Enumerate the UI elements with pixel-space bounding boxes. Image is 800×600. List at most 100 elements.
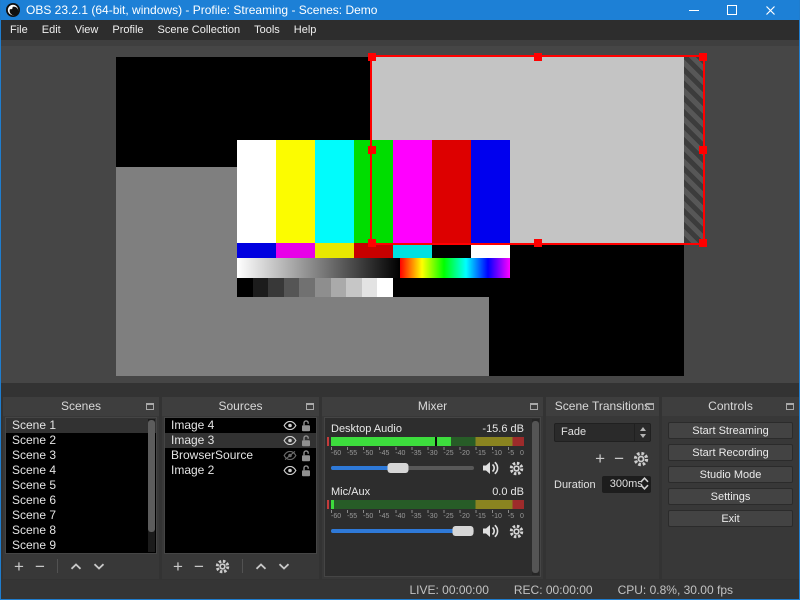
channel-settings-gear-icon[interactable] [509, 461, 524, 476]
scenes-list[interactable]: Scene 1Scene 2Scene 3Scene 4Scene 5Scene… [5, 417, 157, 554]
selection-handle-bottom-center[interactable] [534, 239, 542, 247]
speaker-icon[interactable] [482, 461, 501, 475]
selection-handle-top-left[interactable] [368, 53, 376, 61]
db-tick-label: -60 [331, 513, 341, 520]
menu-item-file[interactable]: File [3, 20, 35, 40]
move-source-down-button[interactable] [278, 563, 290, 570]
mixer-scrollbar[interactable] [532, 419, 539, 575]
obs-logo-icon [6, 3, 20, 17]
mixer-panel-header[interactable]: Mixer [322, 397, 543, 416]
studio-mode-button[interactable]: Studio Mode [668, 466, 793, 483]
selection-handle-bottom-left[interactable] [368, 239, 376, 247]
spin-up-icon[interactable] [640, 477, 649, 483]
source-row[interactable]: Image 4 [165, 418, 316, 433]
titlebar[interactable]: OBS 23.2.1 (64-bit, windows) - Profile: … [1, 0, 799, 20]
scenes-panel-header[interactable]: Scenes [3, 397, 159, 416]
panel-float-icon[interactable] [786, 403, 794, 410]
scene-item[interactable]: Scene 1 [6, 418, 156, 433]
mixer-panel-title: Mixer [418, 399, 447, 413]
remove-source-button[interactable]: − [194, 558, 204, 575]
volume-slider[interactable] [331, 466, 474, 470]
controls-panel-header[interactable]: Controls [662, 397, 799, 416]
unlock-icon[interactable] [301, 420, 311, 432]
scene-item[interactable]: Scene 2 [6, 433, 156, 448]
scenes-scrollbar[interactable] [148, 419, 155, 552]
sources-panel-header[interactable]: Sources [162, 397, 319, 416]
scene-item[interactable]: Scene 7 [6, 508, 156, 523]
scene-item[interactable]: Scene 9 [6, 538, 156, 553]
close-button[interactable] [751, 0, 789, 20]
source-row[interactable]: Image 3 [165, 433, 316, 448]
remove-transition-button[interactable]: − [614, 450, 624, 467]
selection-handle-mid-left[interactable] [368, 146, 376, 154]
selection-handle-top-center[interactable] [534, 53, 542, 61]
slider-handle[interactable] [388, 463, 409, 473]
panel-float-icon[interactable] [530, 403, 538, 410]
start-recording-button[interactable]: Start Recording [668, 444, 793, 461]
pattern-cell [237, 243, 276, 258]
add-scene-button[interactable]: + [14, 558, 24, 575]
slider-handle[interactable] [452, 526, 473, 536]
source-name: Image 2 [171, 463, 283, 478]
selection-handle-bottom-right[interactable] [699, 239, 707, 247]
exit-button[interactable]: Exit [668, 510, 793, 527]
volume-slider[interactable] [331, 529, 474, 533]
remove-scene-button[interactable]: − [35, 558, 45, 575]
settings-button[interactable]: Settings [668, 488, 793, 505]
source-properties-gear-icon[interactable] [215, 559, 230, 574]
scene-item[interactable]: Scene 4 [6, 463, 156, 478]
source-selection-outline[interactable] [370, 55, 705, 245]
menu-item-profile[interactable]: Profile [105, 20, 150, 40]
move-source-up-button[interactable] [255, 563, 267, 570]
maximize-button[interactable] [713, 0, 751, 20]
transitions-panel-header[interactable]: Scene Transitions [546, 397, 659, 416]
scrollbar-thumb[interactable] [148, 420, 155, 532]
add-source-button[interactable]: + [173, 558, 183, 575]
db-tick-label: -55 [347, 450, 357, 457]
source-row[interactable]: Image 2 [165, 463, 316, 478]
minimize-button[interactable] [675, 0, 713, 20]
db-tick-label: -25 [444, 450, 454, 457]
duration-spinbox[interactable]: 300ms [602, 476, 651, 493]
menu-item-edit[interactable]: Edit [35, 20, 68, 40]
speaker-icon[interactable] [482, 524, 501, 538]
transition-select-arrows[interactable] [634, 424, 650, 441]
sources-list[interactable]: Image 4Image 3BrowserSourceImage 2 [164, 417, 317, 554]
panel-float-icon[interactable] [646, 403, 654, 410]
move-scene-up-button[interactable] [70, 563, 82, 570]
grayscale-steps [237, 278, 393, 297]
unlock-icon[interactable] [301, 450, 311, 462]
visibility-eye-icon[interactable] [283, 436, 297, 445]
scene-canvas[interactable] [116, 57, 684, 376]
visibility-eye-icon[interactable] [283, 421, 297, 430]
source-name: Image 4 [171, 418, 283, 433]
visibility-eye-icon[interactable] [283, 466, 297, 475]
selection-handle-mid-right[interactable] [699, 146, 707, 154]
menu-item-help[interactable]: Help [287, 20, 324, 40]
meter-peak-line [435, 437, 437, 446]
move-scene-down-button[interactable] [93, 563, 105, 570]
start-streaming-button[interactable]: Start Streaming [668, 422, 793, 439]
panel-float-icon[interactable] [306, 403, 314, 410]
visibility-eye-off-icon[interactable] [283, 451, 297, 460]
channel-settings-gear-icon[interactable] [509, 524, 524, 539]
panel-float-icon[interactable] [146, 403, 154, 410]
db-tick-label: 0 [520, 450, 524, 457]
source-row[interactable]: BrowserSource [165, 448, 316, 463]
transition-properties-gear-icon[interactable] [633, 451, 649, 467]
menu-item-view[interactable]: View [68, 20, 106, 40]
unlock-icon[interactable] [301, 465, 311, 477]
menu-item-scene-collection[interactable]: Scene Collection [151, 20, 248, 40]
scrollbar-thumb[interactable] [532, 421, 539, 573]
add-transition-button[interactable]: + [595, 450, 605, 467]
scene-item[interactable]: Scene 8 [6, 523, 156, 538]
selection-handle-top-right[interactable] [699, 53, 707, 61]
scene-item[interactable]: Scene 3 [6, 448, 156, 463]
transition-select[interactable]: Fade [554, 423, 651, 442]
unlock-icon[interactable] [301, 435, 311, 447]
menu-item-tools[interactable]: Tools [247, 20, 287, 40]
preview-area[interactable] [1, 40, 799, 383]
spin-down-icon[interactable] [640, 484, 649, 490]
scene-item[interactable]: Scene 5 [6, 478, 156, 493]
scene-item[interactable]: Scene 6 [6, 493, 156, 508]
